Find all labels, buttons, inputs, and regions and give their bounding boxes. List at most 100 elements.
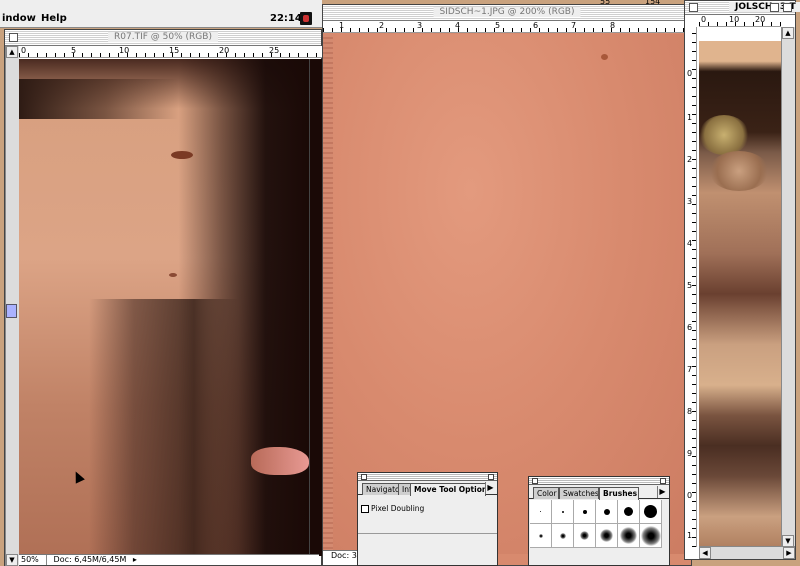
pixel-doubling-checkbox[interactable]	[361, 505, 369, 513]
ruler-label: 2	[379, 21, 385, 30]
ruler-label: 20	[755, 15, 766, 24]
ruler-label: 8	[687, 407, 693, 416]
brush-preset[interactable]	[574, 524, 596, 548]
ruler-label: 1	[687, 531, 693, 540]
menu-window[interactable]: indow	[2, 13, 36, 24]
zoom-box[interactable]	[770, 3, 779, 12]
horizontal-ruler[interactable]: 1 2 3 4 5 6 7 8	[323, 21, 691, 33]
ruler-label: 6	[533, 21, 539, 30]
right-scrollbar[interactable]	[309, 59, 322, 556]
ruler-label: 0	[701, 15, 707, 24]
ruler-label: 0	[687, 69, 693, 78]
palette-close-box[interactable]	[361, 474, 367, 480]
pixel-doubling-label: Pixel Doubling	[371, 504, 425, 513]
brush-preset[interactable]	[574, 500, 596, 524]
menu-help[interactable]: Help	[41, 13, 67, 24]
tab-move-tool-options[interactable]: Move Tool Options	[410, 483, 486, 496]
image-hair	[699, 115, 749, 155]
horizontal-ruler[interactable]: 0 5 10 15 20 25	[19, 46, 322, 58]
brush-preset[interactable]	[640, 500, 662, 524]
image-shadow-column	[89, 299, 239, 556]
ruler-label: 10	[119, 46, 130, 55]
collapse-box[interactable]	[783, 3, 792, 12]
scroll-right-arrow[interactable]: ▶	[783, 547, 795, 559]
scroll-up-arrow[interactable]: ▲	[6, 46, 18, 58]
brush-preset[interactable]	[640, 524, 662, 548]
status-menu-arrow-icon[interactable]: ▸	[129, 555, 137, 564]
brush-preset[interactable]	[618, 524, 640, 548]
pixel-doubling-option[interactable]: Pixel Doubling	[361, 504, 424, 513]
scroll-up-arrow[interactable]: ▲	[782, 27, 794, 39]
palette-close-box[interactable]	[532, 478, 538, 484]
ruler-label: 10	[729, 15, 740, 24]
close-box[interactable]	[9, 33, 18, 42]
vertical-scrollbar[interactable]: ▲ ▼	[781, 27, 795, 547]
skin-blemish	[601, 54, 608, 60]
ruler-label: 3	[417, 21, 423, 30]
ruler-label: 5	[495, 21, 501, 30]
document-window-jolsch: JOLSCH~3.T 0 10 20 0 1 2 3 4 5 6 7 8 9 0…	[684, 0, 800, 560]
image-canvas[interactable]	[19, 59, 309, 556]
palette-divider	[358, 533, 497, 534]
scroll-thumb[interactable]	[6, 304, 17, 318]
close-box[interactable]	[689, 3, 698, 12]
ruler-label: 4	[687, 239, 693, 248]
brush-preset[interactable]	[552, 500, 574, 524]
scroll-left-arrow[interactable]: ◀	[699, 547, 711, 559]
palette-zoom-box[interactable]	[488, 474, 494, 480]
menubar-clock: 22:14	[270, 13, 302, 24]
status-doc-size: Doc: 6,45M/6,45M	[53, 555, 127, 564]
status-zoom[interactable]: 50%	[19, 555, 47, 565]
palette-menu-arrow-icon[interactable]: ▶	[485, 482, 495, 494]
brush-preset[interactable]	[530, 500, 552, 524]
vertical-scrollbar[interactable]: ▲ ▼	[5, 46, 19, 566]
brush-preset[interactable]	[618, 500, 640, 524]
brush-preset[interactable]	[596, 524, 618, 548]
move-tool-options-palette: Navigator Inf Move Tool Options ▶ Pixel …	[357, 472, 498, 566]
tab-brushes[interactable]: Brushes	[599, 487, 639, 500]
scroll-down-arrow[interactable]: ▼	[6, 554, 18, 566]
palette-menu-arrow-icon[interactable]: ▶	[657, 486, 667, 498]
ruler-label: 8	[610, 21, 616, 30]
ruler-label: 4	[455, 21, 461, 30]
ruler-label: 7	[571, 21, 577, 30]
image-finger	[251, 447, 309, 475]
image-canvas[interactable]	[699, 41, 781, 547]
image-dark-band	[19, 79, 309, 119]
window-title: SIDSCH~1.JPG @ 200% (RGB)	[433, 7, 581, 17]
brush-preset[interactable]	[552, 524, 574, 548]
ruler-label: 15	[169, 46, 180, 55]
menu-bar: indow Help 22:14	[0, 0, 322, 28]
ruler-label: 0	[687, 491, 693, 500]
brush-preset[interactable]	[530, 524, 552, 548]
brush-grid	[530, 500, 662, 548]
skin-blemish	[171, 151, 193, 159]
ruler-label: 5	[71, 46, 77, 55]
window-titlebar[interactable]: R07.TIF @ 50% (RGB)	[5, 30, 321, 46]
palette-zoom-box[interactable]	[660, 478, 666, 484]
horizontal-ruler[interactable]: 0 10 20	[699, 15, 781, 27]
ruler-label: 7	[687, 365, 693, 374]
window-titlebar[interactable]: JOLSCH~3.T	[685, 1, 800, 15]
ruler-label: 0	[21, 46, 27, 55]
palette-titlebar[interactable]	[529, 477, 669, 485]
palette-tabs: Color Swatches Brushes ▶	[529, 485, 669, 500]
document-window-r07: R07.TIF @ 50% (RGB) 0 5 10 15 20 25 ▲ ▼ …	[4, 29, 322, 566]
vertical-ruler[interactable]: 0 1 2 3 4 5 6 7 8 9 0 1	[685, 27, 697, 547]
palette-titlebar[interactable]	[358, 473, 497, 481]
ruler-label: 6	[687, 323, 693, 332]
image-face	[709, 151, 769, 191]
tab-color[interactable]: Color	[533, 487, 559, 499]
tab-swatches[interactable]: Swatches	[559, 487, 599, 499]
horizontal-scrollbar[interactable]: ◀ ▶	[699, 546, 795, 559]
window-titlebar[interactable]: SIDSCH~1.JPG @ 200% (RGB)	[323, 5, 691, 21]
tab-navigator[interactable]: Navigator	[362, 483, 400, 495]
status-bar: 50% Doc: 6,45M/6,45M ▸	[19, 554, 319, 565]
ruler-label: 3	[687, 197, 693, 206]
mouse-cursor-icon	[71, 469, 85, 484]
photoshop-app-icon[interactable]	[300, 12, 312, 25]
palette-tabs: Navigator Inf Move Tool Options ▶	[358, 481, 497, 496]
ruler-label: 5	[687, 281, 693, 290]
brush-preset[interactable]	[596, 500, 618, 524]
image-edge-strip	[323, 34, 333, 554]
